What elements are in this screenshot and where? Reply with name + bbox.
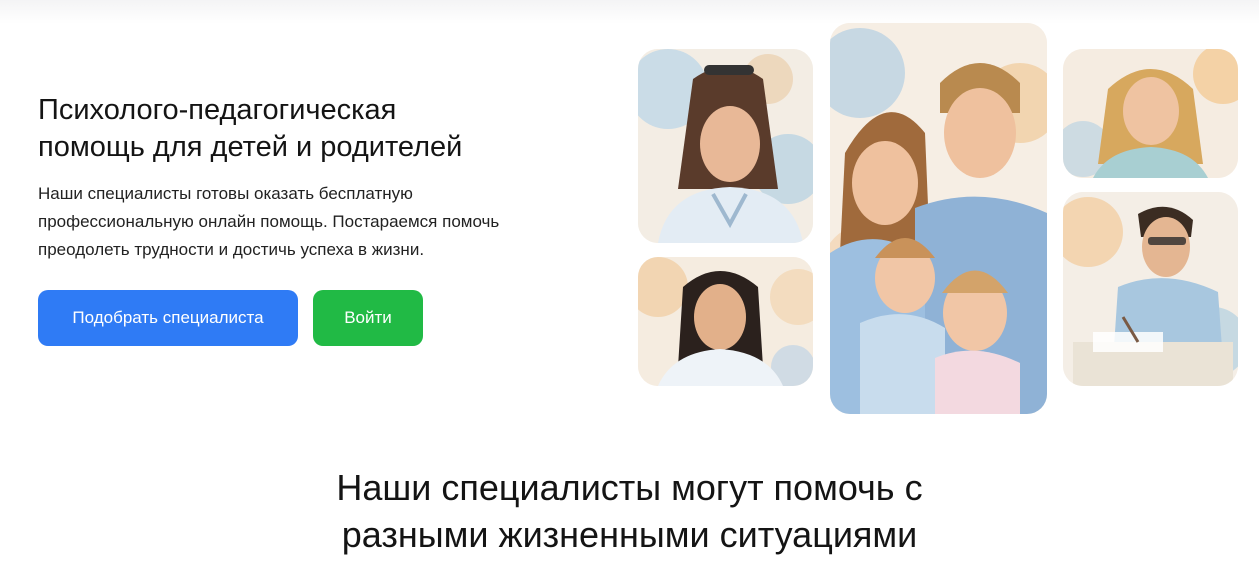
find-specialist-button[interactable]: Подобрать специалиста — [38, 290, 298, 346]
section-title: Наши специалисты могут помочь с разными … — [336, 467, 923, 555]
hero-title: Психолого-педагогическая помощь для дете… — [38, 94, 463, 163]
hero-description: Наши специалисты готовы оказать бесплатн… — [38, 184, 500, 259]
woman-with-glasses-image — [638, 49, 813, 243]
asian-woman-image — [638, 257, 813, 386]
smiling-blonde-woman-image — [1063, 49, 1238, 178]
login-button[interactable]: Войти — [313, 290, 423, 346]
man-writing-at-desk-image — [1063, 192, 1238, 386]
page: Психолого-педагогическая помощь для дете… — [0, 0, 1259, 578]
header-shadow — [0, 0, 1259, 24]
family-image — [830, 23, 1047, 414]
